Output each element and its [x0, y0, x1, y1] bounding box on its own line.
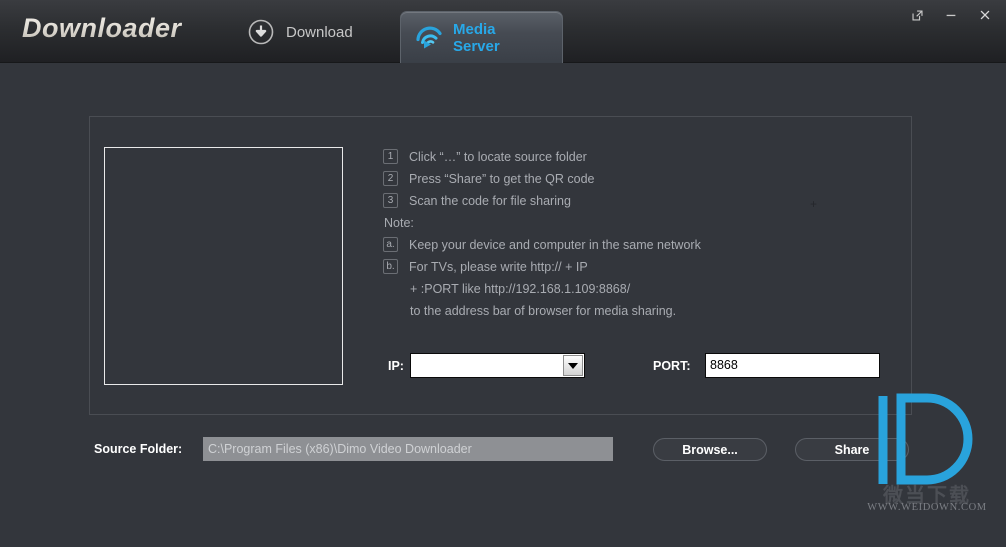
external-link-icon[interactable]	[902, 2, 932, 28]
step-badge: 3	[383, 193, 398, 208]
note-label: Note:	[384, 216, 414, 230]
instruction-step: 3 Scan the code for file sharing	[383, 190, 883, 212]
watermark-cn-text: 微当下载	[883, 485, 971, 507]
browse-button[interactable]: Browse...	[653, 438, 767, 461]
source-folder-input[interactable]: C:\Program Files (x86)\Dimo Video Downlo…	[203, 437, 613, 461]
tab-media-server-label: Media Server	[453, 20, 500, 55]
instructions-list: 1 Click “…” to locate source folder 2 Pr…	[383, 146, 883, 322]
note-text: For TVs, please write http:// + IP	[409, 260, 588, 274]
instruction-note: a. Keep your device and computer in the …	[383, 234, 883, 256]
share-button[interactable]: Share	[795, 438, 909, 461]
app-window: Downloader Download Media Server 1 Click…	[0, 0, 1006, 547]
note-text: Keep your device and computer in the sam…	[409, 238, 701, 252]
step-text: Press “Share” to get the QR code	[409, 172, 595, 186]
step-badge: 2	[383, 171, 398, 186]
app-title: Downloader	[22, 13, 182, 43]
tab-download[interactable]: Download	[248, 14, 353, 50]
window-controls	[902, 0, 1000, 30]
step-badge: 1	[383, 149, 398, 164]
chevron-down-icon[interactable]	[563, 355, 583, 376]
qr-code-preview	[104, 147, 343, 385]
source-folder-label: Source Folder:	[94, 442, 183, 456]
instruction-note: b. For TVs, please write http:// + IP	[383, 256, 883, 278]
step-text: Click “…” to locate source folder	[409, 150, 587, 164]
watermark-url-text: WWW.WEIDOWN.COM	[867, 502, 987, 513]
note-continuation: to the address bar of browser for media …	[410, 304, 677, 318]
port-value: 8868	[710, 358, 738, 372]
instruction-step: 2 Press “Share” to get the QR code	[383, 168, 883, 190]
step-text: Scan the code for file sharing	[409, 194, 571, 208]
tab-download-label: Download	[286, 23, 353, 41]
cast-icon	[414, 26, 444, 50]
note-continuation: + :PORT like http://192.168.1.109:8868/	[410, 282, 631, 296]
title-bar: Downloader Download Media Server	[0, 0, 1006, 63]
port-label: PORT:	[653, 359, 691, 373]
source-folder-value: C:\Program Files (x86)\Dimo Video Downlo…	[208, 442, 472, 456]
download-circle-icon	[248, 19, 274, 45]
ip-label: IP:	[388, 359, 404, 373]
instruction-step: 1 Click “…” to locate source folder	[383, 146, 883, 168]
note-badge: a.	[383, 237, 398, 252]
port-input[interactable]: 8868	[705, 353, 880, 378]
network-fields: IP: PORT: 8868	[383, 353, 883, 379]
tab-media-server[interactable]: Media Server	[400, 11, 563, 63]
ip-select[interactable]	[410, 353, 585, 378]
note-badge: b.	[383, 259, 398, 274]
minimize-icon[interactable]	[936, 2, 966, 28]
close-icon[interactable]	[970, 2, 1000, 28]
plus-marker: +	[810, 197, 818, 211]
